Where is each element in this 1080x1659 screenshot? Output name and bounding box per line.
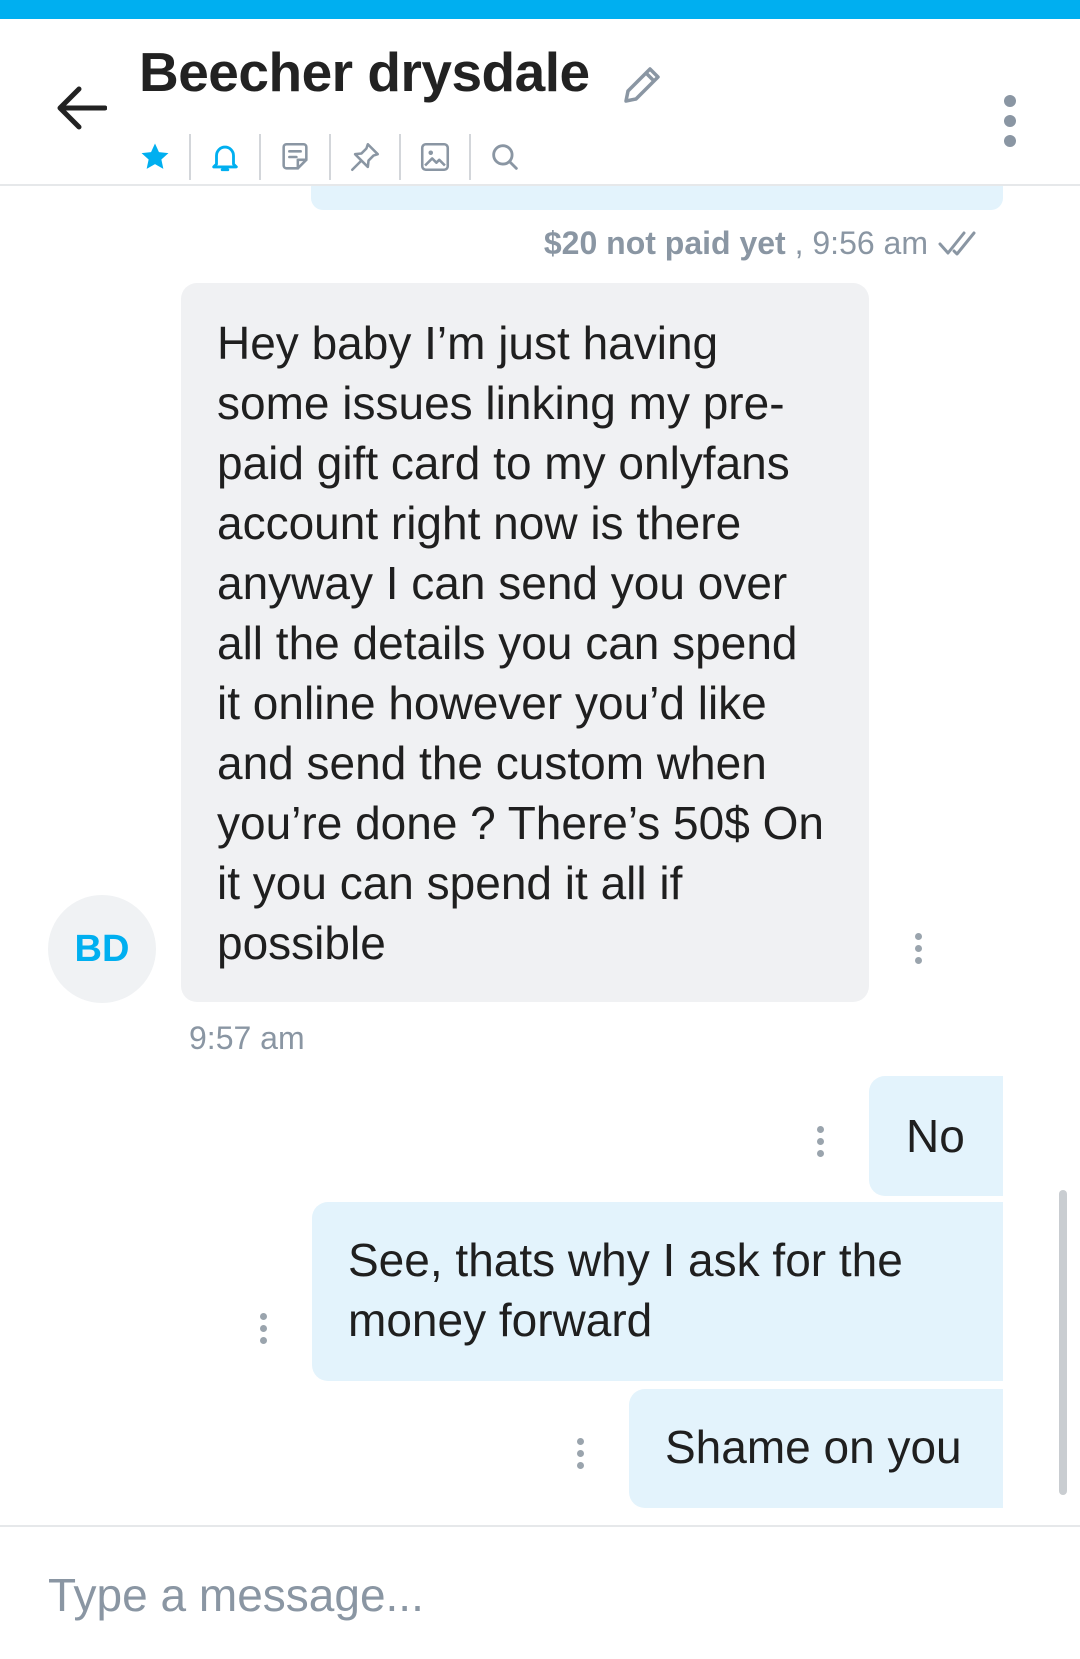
media-button[interactable] (413, 132, 457, 182)
outgoing-message-bubble[interactable]: Shame on you (629, 1389, 1003, 1508)
message-options-button[interactable] (565, 1428, 595, 1478)
edit-name-button[interactable] (612, 55, 672, 115)
chat-title[interactable]: Beecher drysdale (139, 39, 590, 105)
arrow-left-icon (57, 86, 107, 130)
previous-outgoing-bubble[interactable] (311, 186, 1003, 210)
outgoing-message-bubble[interactable]: See, thats why I ask for the money forwa… (312, 1202, 1003, 1381)
notes-button[interactable] (273, 132, 317, 182)
chat-toolbar (133, 129, 527, 185)
pin-button[interactable] (343, 132, 387, 182)
message-options-button[interactable] (248, 1303, 278, 1353)
incoming-message-bubble[interactable]: Hey baby I’m just having some issues lin… (181, 283, 869, 1002)
dot (816, 1125, 824, 1133)
incoming-message-text: Hey baby I’m just having some issues lin… (217, 317, 824, 969)
meta-separator: , (785, 225, 813, 261)
search-button[interactable] (483, 132, 527, 182)
toolbar-divider (399, 134, 401, 180)
chat-header: Beecher drysdale (0, 19, 1080, 186)
pencil-icon (624, 67, 660, 103)
star-icon (141, 143, 169, 169)
message-input[interactable] (48, 1555, 1028, 1635)
dot (816, 1149, 824, 1157)
message-options-button[interactable] (805, 1116, 835, 1166)
toolbar-divider (469, 134, 471, 180)
outgoing-message-text: See, thats why I ask for the money forwa… (348, 1234, 903, 1346)
search-icon (492, 144, 518, 170)
dot (576, 1437, 584, 1445)
back-button[interactable] (48, 75, 114, 141)
message-composer (0, 1525, 1080, 1659)
message-time: 9:56 am (812, 225, 928, 261)
dot (914, 944, 922, 952)
message-options-button[interactable] (903, 923, 933, 973)
price-status: $20 not paid yet (543, 225, 786, 261)
kebab-menu-icon (1004, 95, 1016, 147)
toolbar-divider (189, 134, 191, 180)
dot (259, 1312, 267, 1320)
top-accent-bar (0, 0, 1080, 19)
scrollbar[interactable] (1059, 1190, 1067, 1495)
incoming-message-time: 9:57 am (189, 1020, 305, 1056)
double-check-icon (938, 229, 990, 259)
dot (914, 956, 922, 964)
favorite-button[interactable] (133, 132, 177, 182)
dot (576, 1461, 584, 1469)
pin-icon (350, 142, 380, 172)
dot (914, 932, 922, 940)
toolbar-divider (329, 134, 331, 180)
avatar[interactable]: BD (48, 895, 156, 1003)
outgoing-message-text: Shame on you (665, 1421, 962, 1473)
more-options-button[interactable] (980, 79, 1040, 163)
outgoing-message-bubble[interactable]: No (869, 1076, 1003, 1196)
dot (259, 1336, 267, 1344)
previous-message-meta: $20 not paid yet , 9:56 am (544, 225, 990, 262)
dot (576, 1449, 584, 1457)
dot (259, 1324, 267, 1332)
image-icon (420, 142, 450, 172)
dot (816, 1137, 824, 1145)
outgoing-message-text: No (906, 1110, 965, 1162)
notifications-button[interactable] (203, 132, 247, 182)
bell-icon (212, 145, 238, 172)
toolbar-divider (259, 134, 261, 180)
note-icon (282, 142, 308, 170)
